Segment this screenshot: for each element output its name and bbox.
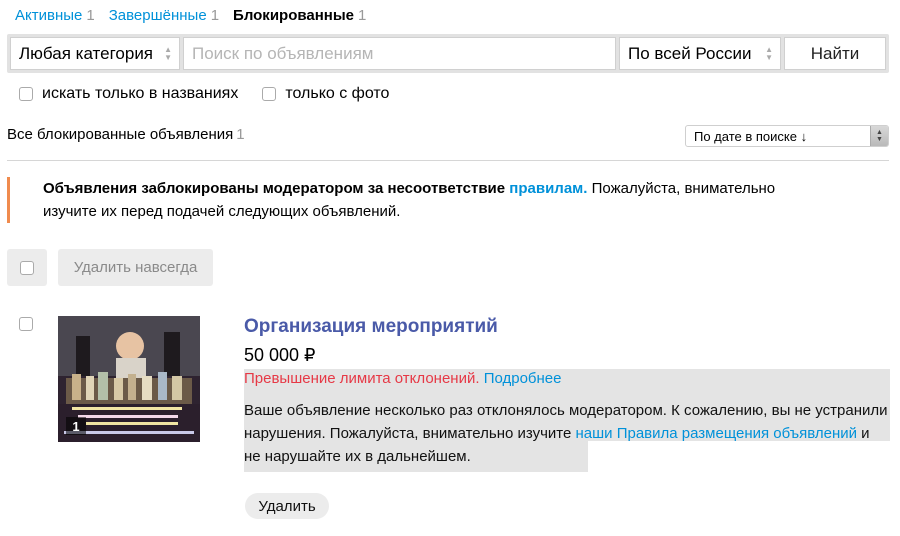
tab-finished[interactable]: Завершённые 1 [109,7,219,24]
tab-finished-count: 1 [210,7,220,24]
tab-active-label: Активные [15,7,83,24]
divider [7,160,889,161]
select-arrows-icon: ▲ ▼ [870,126,888,146]
delete-listing-button[interactable]: Удалить [245,493,329,519]
tab-active[interactable]: Активные 1 [15,7,95,24]
block-reason: Превышение лимита отклонений. Подробнее [244,370,561,387]
category-select[interactable]: Любая категория ▲ ▼ [10,37,180,70]
sort-select-value: По дате в поиске ↓ [694,128,808,144]
select-all-checkbox[interactable] [7,249,47,286]
tab-blocked-label: Блокированные [233,7,354,24]
posting-rules-link[interactable]: наши Правила размещения объявлений [576,425,858,442]
notice-text: Пожалуйста, внимательно [591,180,776,197]
search-filters: искать только в названиях только с фото [19,85,389,103]
select-arrows-icon: ▲ ▼ [164,45,172,62]
checkbox-box[interactable] [19,317,33,331]
tab-active-count: 1 [86,7,95,24]
checkbox-box[interactable] [19,87,33,101]
checkbox-box[interactable] [20,260,34,275]
blocked-notice: Объявления заблокированы модератором за … [7,177,847,223]
search-button[interactable]: Найти [784,37,886,70]
tab-finished-label: Завершённые [108,7,207,24]
listing-checkbox[interactable] [19,317,33,335]
search-bar: Любая категория ▲ ▼ Поиск по объявлениям … [7,34,889,73]
region-select-value: По всей России [628,43,752,63]
category-select-value: Любая категория [19,43,154,63]
tab-blocked-count: 1 [358,7,367,24]
select-arrows-icon: ▲ ▼ [765,45,773,62]
titles-only-label: искать только в названиях [42,85,239,102]
notice-text-line2: изучите их перед подачей следующих объяв… [43,203,401,220]
listing-title[interactable]: Организация мероприятий [244,316,498,338]
list-heading: Все блокированные объявления 1 [7,126,245,143]
delete-forever-button[interactable]: Удалить навсегда [58,249,213,286]
region-select[interactable]: По всей России ▲ ▼ [619,37,781,70]
list-heading-label: Все блокированные объявления [7,126,234,143]
with-photo-checkbox[interactable]: только с фото [262,85,389,103]
block-reason-text: Превышение лимита отклонений. [244,370,480,387]
block-reason-panel: Превышение лимита отклонений. Подробнее … [244,369,890,472]
notice-bold-text: Объявления заблокированы модератором за … [43,180,506,197]
reason-more-link[interactable]: Подробнее [484,370,562,387]
with-photo-label: только с фото [285,85,390,102]
tab-blocked[interactable]: Блокированные 1 [233,7,366,24]
block-message: Ваше объявление несколько раз отклонялос… [244,399,890,468]
search-input-placeholder: Поиск по объявлениям [192,43,374,63]
status-tabs: Активные 1 Завершённые 1 Блокированные 1 [15,7,366,24]
titles-only-checkbox[interactable]: искать только в названиях [19,85,238,103]
search-input[interactable]: Поиск по объявлениям [183,37,616,70]
list-heading-count: 1 [236,126,245,143]
photo-count-badge: 1 [66,417,86,435]
rules-link[interactable]: правилам. [509,180,587,197]
listing-price: 50 000 ₽ [244,345,316,365]
listing-photo[interactable]: 1 [58,316,200,442]
sort-select[interactable]: По дате в поиске ↓ ▲ ▼ [685,125,889,147]
checkbox-box[interactable] [262,87,277,101]
